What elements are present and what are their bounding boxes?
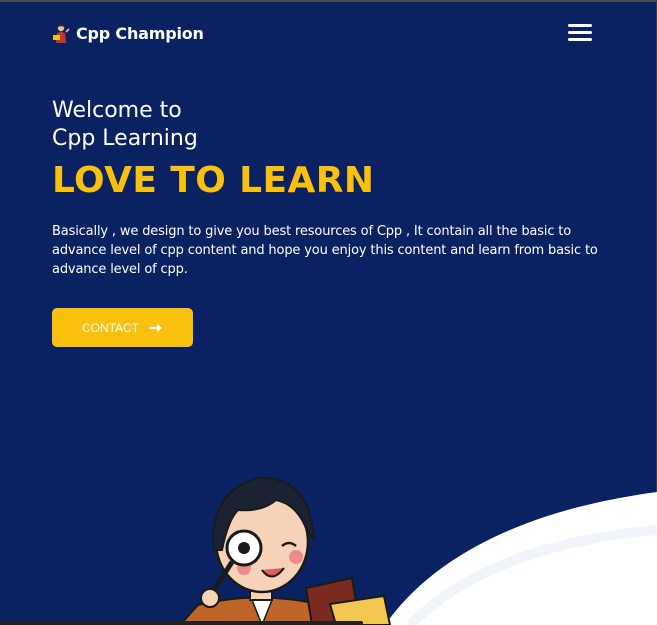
horizontal-scrollbar[interactable]: [0, 621, 363, 625]
contact-button[interactable]: CONTACT: [52, 308, 193, 347]
student-character: [178, 476, 392, 625]
hero-headline: LOVE TO LEARN: [52, 160, 375, 201]
contact-button-label: CONTACT: [81, 320, 140, 335]
welcome-line-1: Welcome to: [52, 98, 182, 123]
hero-description: Basically , we design to give you best r…: [52, 224, 598, 277]
hamburger-menu-icon[interactable]: [568, 23, 592, 43]
welcome-heading: Welcome to Cpp Learning: [52, 97, 198, 153]
hero-illustration: [178, 476, 657, 625]
welcome-line-2: Cpp Learning: [52, 126, 198, 151]
arrow-right-icon: [149, 323, 163, 332]
brand-link[interactable]: Cpp Champion: [52, 23, 204, 43]
brand-name: Cpp Champion: [76, 23, 204, 43]
window-top-border: [0, 0, 657, 2]
teacher-icon: [53, 24, 70, 43]
